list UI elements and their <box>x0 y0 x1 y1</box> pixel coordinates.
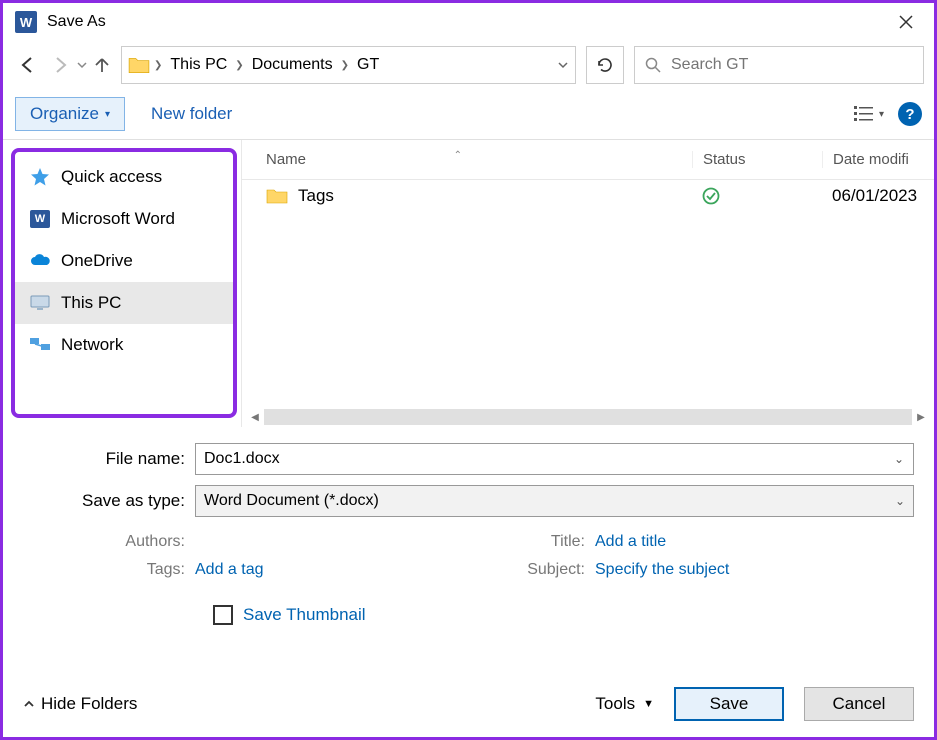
save-thumbnail-checkbox[interactable] <box>213 605 233 625</box>
nav-up-button[interactable] <box>93 56 111 74</box>
cancel-button[interactable]: Cancel <box>804 687 914 721</box>
subject-field[interactable]: Specify the subject <box>595 561 914 579</box>
sort-indicator-icon: ⌃ <box>454 150 462 161</box>
sidebar-item-label: OneDrive <box>61 251 133 271</box>
save-form: File name: ⌄ Save as type: Word Document… <box>3 427 934 635</box>
breadcrumb-dropdown[interactable] <box>557 59 569 71</box>
word-app-icon: W <box>15 11 37 33</box>
chevron-down-icon: ▾ <box>879 109 884 120</box>
chevron-up-icon <box>23 698 35 710</box>
file-date: 06/01/2023 <box>822 186 922 206</box>
sidebar-item-this-pc[interactable]: This PC <box>15 282 233 324</box>
file-list-area: Name ⌃ Status Date modifi Tags 06/01/202… <box>241 140 934 427</box>
save-type-label: Save as type: <box>23 491 195 511</box>
title-field[interactable]: Add a title <box>595 533 914 551</box>
refresh-icon <box>596 56 614 74</box>
breadcrumb-separator: ❯ <box>235 60 243 71</box>
sidebar-item-label: This PC <box>61 293 121 313</box>
nav-history-dropdown[interactable] <box>77 60 87 70</box>
nav-back-button[interactable] <box>13 50 43 80</box>
save-button[interactable]: Save <box>674 687 784 721</box>
arrow-left-icon <box>18 55 38 75</box>
chevron-down-icon <box>557 59 569 71</box>
scrollbar-track[interactable] <box>264 409 912 425</box>
pc-icon <box>29 292 51 314</box>
content-area: Quick access W Microsoft Word OneDrive T… <box>3 139 934 427</box>
save-type-value: Word Document (*.docx) <box>204 492 379 510</box>
file-name-label: File name: <box>23 449 195 469</box>
search-box[interactable] <box>634 46 924 84</box>
horizontal-scrollbar[interactable]: ◀ ▶ <box>242 407 934 427</box>
column-date[interactable]: Date modifi <box>822 151 922 168</box>
details-view-icon <box>853 105 875 123</box>
toolbar: Organize ▾ New folder ▾ ? <box>3 89 934 139</box>
chevron-down-icon <box>77 60 87 70</box>
sidebar-item-quick-access[interactable]: Quick access <box>15 156 233 198</box>
sidebar-item-onedrive[interactable]: OneDrive <box>15 240 233 282</box>
file-name-input[interactable] <box>195 443 914 475</box>
navigation-bar: ❯ This PC ❯ Documents ❯ GT <box>3 41 934 89</box>
help-button[interactable]: ? <box>898 102 922 126</box>
tools-button[interactable]: Tools ▼ <box>595 694 654 714</box>
arrow-right-icon <box>50 55 70 75</box>
navigation-sidebar: Quick access W Microsoft Word OneDrive T… <box>11 148 237 418</box>
sidebar-item-label: Network <box>61 335 123 355</box>
breadcrumb[interactable]: ❯ This PC ❯ Documents ❯ GT <box>121 46 576 84</box>
breadcrumb-item[interactable]: This PC <box>166 54 231 76</box>
refresh-button[interactable] <box>586 46 624 84</box>
chevron-down-icon: ⌄ <box>895 494 905 508</box>
column-headers: Name ⌃ Status Date modifi <box>242 140 934 180</box>
tags-field[interactable]: Add a tag <box>195 561 475 579</box>
sidebar-item-network[interactable]: Network <box>15 324 233 366</box>
chevron-down-icon: ▾ <box>105 109 110 120</box>
new-folder-button[interactable]: New folder <box>143 98 240 130</box>
folder-icon <box>266 187 288 205</box>
dialog-footer: Hide Folders Tools ▼ Save Cancel <box>3 679 934 729</box>
breadcrumb-separator: ❯ <box>341 60 349 71</box>
chevron-down-icon[interactable]: ⌄ <box>894 452 904 466</box>
star-icon <box>29 166 51 188</box>
organize-label: Organize <box>30 104 99 124</box>
folder-icon <box>128 54 150 76</box>
title-label: Title: <box>475 533 595 551</box>
search-icon <box>645 57 661 73</box>
organize-button[interactable]: Organize ▾ <box>15 97 125 131</box>
breadcrumb-item[interactable]: GT <box>353 54 383 76</box>
sidebar-item-label: Microsoft Word <box>61 209 175 229</box>
save-thumbnail-label[interactable]: Save Thumbnail <box>243 605 366 625</box>
close-icon <box>899 15 913 29</box>
breadcrumb-separator: ❯ <box>154 60 162 71</box>
window-title: Save As <box>47 13 886 31</box>
cloud-icon <box>29 250 51 272</box>
scroll-right-icon[interactable]: ▶ <box>912 412 930 423</box>
nav-arrows <box>13 50 111 80</box>
network-icon <box>29 334 51 356</box>
authors-label: Authors: <box>23 533 195 551</box>
column-status[interactable]: Status <box>692 151 822 168</box>
chevron-down-icon: ▼ <box>643 698 654 710</box>
close-button[interactable] <box>886 7 926 37</box>
column-name[interactable]: Name ⌃ <box>254 151 692 168</box>
tags-label: Tags: <box>23 561 195 579</box>
nav-forward-button[interactable] <box>45 50 75 80</box>
hide-folders-button[interactable]: Hide Folders <box>23 694 137 714</box>
scroll-left-icon[interactable]: ◀ <box>246 412 264 423</box>
subject-label: Subject: <box>475 561 595 579</box>
file-status <box>692 187 822 205</box>
file-name: Tags <box>298 186 334 206</box>
breadcrumb-item[interactable]: Documents <box>248 54 337 76</box>
save-type-select[interactable]: Word Document (*.docx) ⌄ <box>195 485 914 517</box>
search-input[interactable] <box>671 56 913 74</box>
sidebar-item-word[interactable]: W Microsoft Word <box>15 198 233 240</box>
arrow-up-icon <box>93 56 111 74</box>
view-options-button[interactable]: ▾ <box>853 105 884 123</box>
word-icon: W <box>29 208 51 230</box>
synced-icon <box>702 187 720 205</box>
file-row[interactable]: Tags 06/01/2023 <box>242 180 934 212</box>
title-bar: W Save As <box>3 3 934 41</box>
sidebar-item-label: Quick access <box>61 167 162 187</box>
